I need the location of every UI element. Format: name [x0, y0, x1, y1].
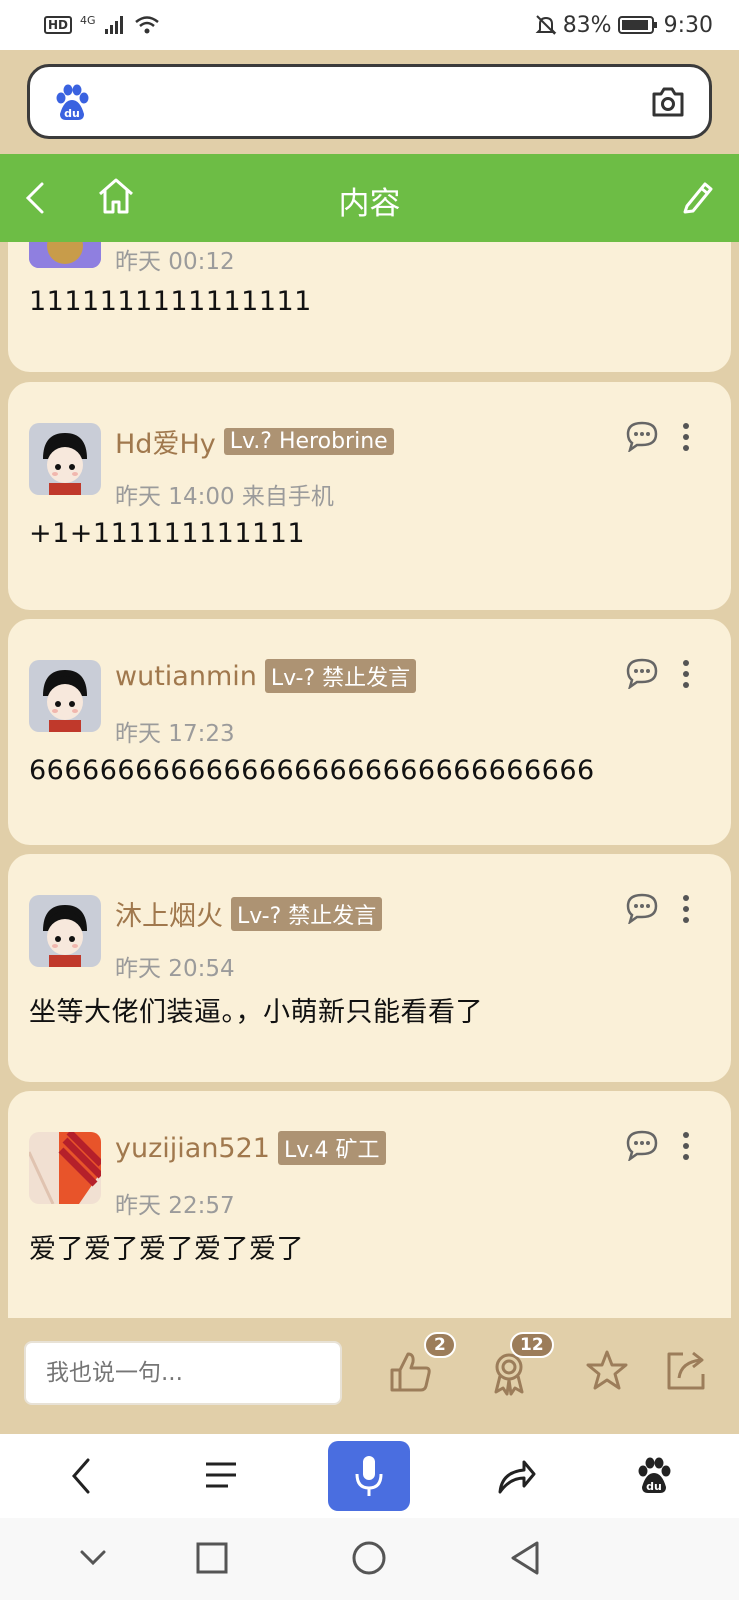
level-badge: Lv.? Herobrine: [223, 428, 394, 455]
avatar[interactable]: [29, 242, 101, 268]
status-right: 83% 9:30: [535, 13, 713, 38]
reply-bar: 2 12: [0, 1318, 739, 1434]
camera-icon[interactable]: [651, 86, 685, 118]
reply-comment-icon[interactable]: [625, 1129, 659, 1161]
avatar[interactable]: [29, 423, 101, 495]
battery-percent: 83%: [562, 12, 612, 38]
post-time: 昨天 20:54: [115, 956, 235, 982]
post-time: 昨天 17:23: [115, 721, 235, 747]
browser-toolbar: du: [0, 1434, 739, 1518]
post-card: yuzijian521 Lv.4 矿工 昨天 22:57 爱了爱了爱了爱了爱了: [8, 1091, 731, 1318]
collapse-chevron-icon[interactable]: [78, 1548, 108, 1568]
username-row: 沐上烟火 Lv-? 禁止发言: [115, 894, 383, 933]
search-input[interactable]: du: [27, 64, 712, 139]
post-time: 昨天 22:57: [115, 1193, 235, 1219]
menu-icon[interactable]: [204, 1460, 238, 1490]
post-text: 坐等大佬们装逼。，小萌新只能看看了: [29, 997, 483, 1028]
more-options-icon[interactable]: [681, 1131, 691, 1161]
voice-search-button[interactable]: [328, 1441, 410, 1511]
avatar[interactable]: [29, 660, 101, 732]
more-options-icon[interactable]: [681, 422, 691, 452]
search-area: du: [0, 50, 739, 154]
edit-pencil-icon[interactable]: [679, 176, 717, 216]
post-card: 沐上烟火 Lv-? 禁止发言 昨天 20:54 坐等大佬们装逼。，小萌新只能看看…: [8, 854, 731, 1082]
level-badge: Lv-? 禁止发言: [264, 659, 417, 693]
microphone-icon: [355, 1456, 383, 1496]
status-left: HD 4G: [44, 13, 160, 35]
favorite-star-icon[interactable]: [585, 1348, 629, 1392]
system-nav-bar: [0, 1518, 739, 1600]
reply-comment-icon[interactable]: [625, 892, 659, 924]
avatar[interactable]: [29, 1132, 101, 1204]
svg-text:du: du: [64, 107, 80, 120]
username[interactable]: Hd爱Hy: [115, 422, 216, 461]
network-label: 4G: [80, 13, 96, 27]
reply-input[interactable]: [24, 1341, 342, 1405]
wifi-icon: [134, 16, 159, 34]
avatar[interactable]: [29, 895, 101, 967]
award-count-badge: 12: [510, 1332, 554, 1358]
clock: 9:30: [663, 12, 713, 38]
username[interactable]: 沐上烟火: [115, 894, 223, 933]
post-time: 昨天 14:00 来自手机: [115, 484, 334, 510]
like-thumb-icon[interactable]: [388, 1350, 432, 1394]
post-card: wutianmin Lv-? 禁止发言 昨天 17:23 66666666666…: [8, 619, 731, 845]
battery-icon: [617, 16, 657, 34]
forward-share-icon[interactable]: [496, 1458, 536, 1496]
post-text: +1+111111111111: [29, 518, 306, 549]
mute-bell-icon: [535, 15, 557, 35]
reply-comment-icon[interactable]: [625, 420, 659, 452]
more-options-icon[interactable]: [681, 659, 691, 689]
recents-square-icon[interactable]: [196, 1542, 228, 1574]
svg-text:du: du: [646, 1480, 662, 1493]
post-time: 昨天 00:12: [115, 249, 235, 275]
username-row: wutianmin Lv-? 禁止发言: [115, 659, 417, 693]
username[interactable]: wutianmin: [115, 661, 257, 692]
share-icon[interactable]: [665, 1348, 709, 1392]
home-circle-icon[interactable]: [351, 1540, 387, 1576]
username-row: yuzijian521 Lv.4 矿工: [115, 1131, 386, 1165]
level-badge: Lv-? 禁止发言: [231, 896, 383, 931]
like-count-badge: 2: [424, 1332, 456, 1358]
username-row: Hd爱Hy Lv.? Herobrine: [115, 422, 394, 461]
status-bar: HD 4G 83% 9:30: [0, 0, 739, 50]
post-text: 66666666666666666666666666666666: [29, 755, 595, 786]
more-options-icon[interactable]: [681, 894, 691, 924]
post-list: 昨天 00:12 1111111111111111 Hd爱Hy Lv.? Her…: [0, 242, 739, 1318]
post-text: 1111111111111111: [29, 286, 312, 317]
page-title: 内容: [338, 186, 401, 222]
post-card: Hd爱Hy Lv.? Herobrine 昨天 14:00 来自手机 +1+11…: [8, 382, 731, 610]
hd-indicator: HD: [44, 16, 73, 34]
post-card: 昨天 00:12 1111111111111111: [8, 242, 731, 372]
level-badge: Lv.4 矿工: [277, 1131, 386, 1165]
baidu-paw-icon[interactable]: du: [54, 84, 90, 122]
reply-comment-icon[interactable]: [625, 657, 659, 689]
nav-bar: 内容: [0, 154, 739, 242]
username[interactable]: yuzijian521: [115, 1133, 270, 1164]
baidu-home-paw-icon[interactable]: du: [636, 1456, 672, 1496]
post-text: 爱了爱了爱了爱了爱了: [29, 1234, 304, 1265]
back-triangle-icon[interactable]: [509, 1540, 541, 1576]
signal-icon: [104, 16, 123, 34]
browser-back-icon[interactable]: [68, 1456, 92, 1496]
